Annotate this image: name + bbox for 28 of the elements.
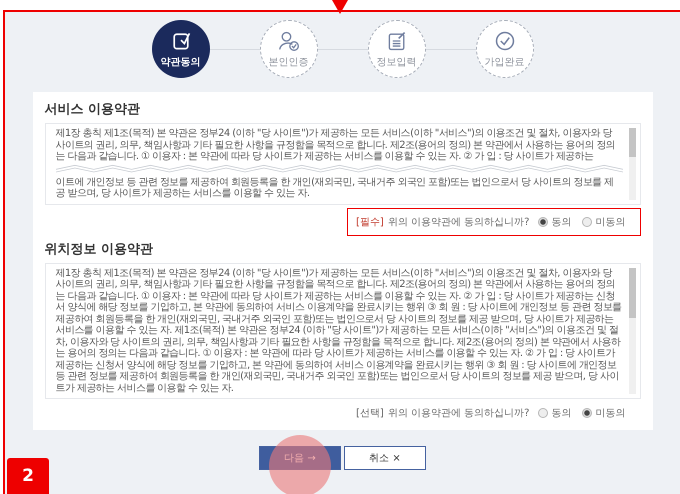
cancel-button[interactable]: 취소 × bbox=[344, 446, 426, 470]
radio-label[interactable]: 미동의 bbox=[596, 406, 626, 420]
radio-button[interactable] bbox=[538, 408, 548, 418]
check-circle-icon bbox=[494, 30, 516, 52]
radio-label[interactable]: 미동의 bbox=[596, 214, 626, 228]
step-label: 가입완료 bbox=[484, 56, 524, 68]
radio-label[interactable]: 동의 bbox=[552, 406, 572, 420]
radio-label[interactable]: 동의 bbox=[552, 214, 572, 228]
section-title: 서비스 이용약관 bbox=[44, 101, 142, 118]
step-label: 정보입력 bbox=[376, 56, 416, 68]
radio-button[interactable] bbox=[582, 216, 592, 226]
scrollbar[interactable] bbox=[628, 128, 636, 200]
consent-tag: [선택] bbox=[356, 406, 384, 420]
consent-question: 위의 이용약관에 동의하십니까? bbox=[388, 216, 530, 228]
step-label: 약관동의 bbox=[160, 56, 200, 68]
radio-button[interactable] bbox=[582, 408, 592, 418]
step-label: 본인인증 bbox=[268, 56, 308, 68]
consent-tag: [필수] bbox=[356, 214, 384, 228]
terms-text: 이트에 개인정보 등 관련 정보를 제공하여 회원등록을 한 개인(재외국민, 국내거주 외국인 포함)또는 법인으로서 당 사이트의 정보를 제공 받으며, 당 사이트가 제공하는 서비스를 이용할 수 있는 자. bbox=[56, 176, 615, 200]
consent-question: 위의 이용약관에 동의하십니까? bbox=[388, 407, 530, 420]
scrollbar[interactable] bbox=[628, 268, 636, 394]
person-check-icon bbox=[278, 30, 300, 52]
terms-text: 제1장 총칙 제1조(목적) 본 약관은 정부24 (이하 "당 사이트")가 제공하는 모든 서비스(이하 "서비스")의 이용조건 및 절차, 이용자와 당 사이트의 권리, 의무, 책임사항과 기타 필요한 사항을 규정함을 목적으로 합니다. 제2조(용어의 정의) 본 약관에서 사용하는 용어의 정의는 다음과 같습니다. ① 이용자 : 본 약관에 따라 당 사이트가 제공하는 서비스를 이용할 수 있는 자. ② 가 입 : 당 사이트가 제공하는 bbox=[56, 128, 616, 162]
step-number-badge: 2 bbox=[7, 458, 49, 494]
document-pen-icon bbox=[386, 30, 408, 52]
radio-button[interactable] bbox=[538, 216, 548, 226]
terms-text: 제1장 총칙 제1조(목적) 본 약관은 정부24 (이하 "당 사이트")가 제공하는 모든 서비스(이하 "서비스")의 이용조건 및 절차, 이용자와 당 사이트의 권리, 의무, 책임사항과 기타 필요한 사항을 규정함을 목적으로 합니다. 제2조(용어의 정의) 본 약관에서 사용하는 용어의 정의는 다음과 같습니다. ① 이용자 : 본 약관에 따라 당 사이트가 제공하는 서비스를 이용할 수 있는 자. ② 가 입 : 당 사이트가 제공하는 신청서 양식에 해당 정보를 기입하고, 본 약관에 동의하여 서비스 이용계약을 완료시키는 행위 ③ 회 원 : 당 사이트에 개인정보 등 관련 정보를 제공하여 회원등록을 한 개인(재외국민, 국내거주 외국인 포함)또는 법인으로서 당 사이트의 정보를 제공 받으며, 당 사이트가 제공하는 서비스를 이용할 수 있는 자. 제1조(목적) 본 약관은 정부24 (이하 "당 사이트")가 제공하는 모든 서비스(이하 "서비스")의 이용조건 및 절차, 이용자와 당 사이트의 권리, 의무, 책임사항과 기타 필요한 사항을 규정함을 목적으로 합니다. 제2조(용어의 정의) 본 약관에서 사용하는 용어의 정의는 다음과 같습니다. ① 이용자 : 본 약관에 따라 당 사이트가 제공하는 서비스를 이용할 수 있는 자. ② 가 입 : 당 사이트가 제공하는 신청서 양식에 해당 정보를 기입하고, 본 약관에 동의하여 서비스 이용계약을 완료시키는 행위 ③ 회 원 : 당 사이트에 개인정보 등 관련 정보를 제공하여 회원등록을 한 개인(재외국민, 국내거주 외국인 포함)또는 법인으로서 당 사이트의 정보를 제공 받으며, 당 사이트가 제공하는 서비스를 이용할 수 있는 자. bbox=[56, 268, 622, 394]
section-title: 위치정보 이용약관 bbox=[44, 240, 154, 258]
